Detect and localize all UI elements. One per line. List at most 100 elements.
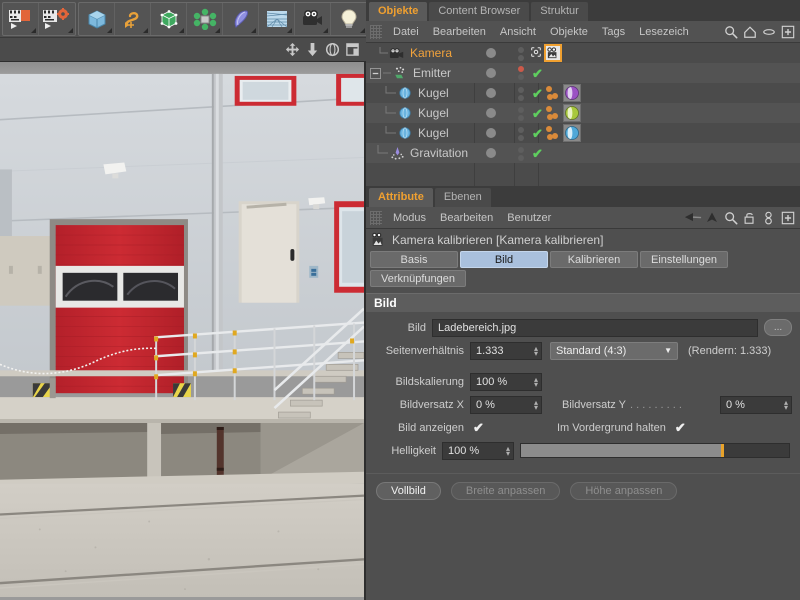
spin-arrows-icon[interactable]: ▴ ▾ <box>534 398 538 411</box>
spin-arrows-icon[interactable]: ▴ ▾ <box>534 375 538 388</box>
menu-datei[interactable]: Datei <box>386 21 426 43</box>
slider-knob[interactable] <box>721 444 724 457</box>
browse-button[interactable]: ... <box>764 319 792 336</box>
attribute-title-row: Kamera kalibrieren [Kamera kalibrieren] <box>366 229 800 251</box>
image-scale-input[interactable]: 100 % ▴ ▾ <box>470 372 542 391</box>
object-tree[interactable]: Kamera Emitter ✔ Kugel ✔ Kugel ✔ Kugel ✔… <box>366 43 800 186</box>
image-offset-y-value: 0 % <box>726 398 745 411</box>
menu-tags[interactable]: Tags <box>595 21 632 43</box>
tab-verknuepfungen[interactable]: Verknüpfungen <box>370 270 467 287</box>
material-tag[interactable] <box>563 124 581 142</box>
tab-kalibrieren[interactable]: Kalibrieren <box>550 251 638 268</box>
tab-attribute[interactable]: Attribute <box>369 188 433 207</box>
dolly-icon[interactable] <box>302 40 322 60</box>
spin-arrows-icon[interactable]: ▴ ▾ <box>534 344 538 357</box>
camera-button[interactable] <box>295 2 331 35</box>
brightness-input[interactable]: 100 % ▴ ▾ <box>442 441 514 460</box>
eye-icon[interactable] <box>759 22 778 41</box>
render-view-button[interactable] <box>3 2 39 35</box>
search-icon[interactable] <box>721 208 740 227</box>
menu-ansicht[interactable]: Ansicht <box>493 21 543 43</box>
spin-arrows-icon[interactable]: ▴ ▾ <box>784 398 788 411</box>
breite-anpassen-button[interactable]: Breite anpassen <box>450 482 561 500</box>
search-icon[interactable] <box>721 22 740 41</box>
tab-struktur[interactable]: Struktur <box>531 2 588 21</box>
menu-benutzer[interactable]: Benutzer <box>500 207 558 229</box>
menu-modus[interactable]: Modus <box>386 207 433 229</box>
dynamics-tag[interactable] <box>546 105 560 121</box>
label-bild: Bild <box>407 321 426 334</box>
aspect-ratio-input[interactable]: 1.333 ▴ ▾ <box>470 341 542 360</box>
image-path-input[interactable]: Ladebereich.jpg <box>432 318 758 337</box>
tab-ebenen[interactable]: Ebenen <box>434 188 491 207</box>
object-row-emitter[interactable]: Emitter ✔ <box>366 63 800 83</box>
image-offset-x-input[interactable]: 0 % ▴ ▾ <box>470 395 542 414</box>
enable-check-icon[interactable]: ✔ <box>532 147 543 160</box>
tab-bild[interactable]: Bild <box>460 251 548 268</box>
object-row-kugel-1[interactable]: Kugel ✔ <box>366 83 800 103</box>
back-arrow-icon[interactable] <box>683 208 702 227</box>
enable-check-icon[interactable]: ✔ <box>532 127 543 140</box>
spin-arrows-icon[interactable]: ▴ ▾ <box>506 444 510 457</box>
tree-connector <box>379 47 388 54</box>
material-tag[interactable] <box>563 84 581 102</box>
camera-target-icon[interactable] <box>530 46 542 61</box>
enable-check-icon[interactable]: ✔ <box>532 67 543 80</box>
keep-foreground-checkbox[interactable]: ✔ <box>674 420 687 435</box>
camera-object-icon <box>388 45 406 61</box>
render-settings-button[interactable] <box>39 3 75 35</box>
menu-objekte[interactable]: Objekte <box>543 21 595 43</box>
object-row-kugel-3[interactable]: Kugel ✔ <box>366 123 800 143</box>
tab-einstellungen[interactable]: Einstellungen <box>640 251 729 268</box>
forward-arrow-icon[interactable] <box>702 208 721 227</box>
menu-bearbeiten[interactable]: Bearbeiten <box>433 207 500 229</box>
tab-objekte[interactable]: Objekte <box>369 2 428 21</box>
drag-grip[interactable] <box>370 24 382 39</box>
tab-basis[interactable]: Basis <box>370 251 458 268</box>
show-image-checkbox[interactable]: ✔ <box>472 420 485 435</box>
environment-button[interactable] <box>259 2 295 35</box>
cube-primitive-button[interactable] <box>79 2 115 35</box>
menu-lesezeichen[interactable]: Lesezeich <box>632 21 696 43</box>
brightness-slider[interactable] <box>520 443 790 458</box>
property-area: Bild Ladebereich.jpg ... Seitenverhältni… <box>366 312 800 469</box>
vollbild-button[interactable]: Vollbild <box>376 482 441 500</box>
object-row-kugel-2[interactable]: Kugel ✔ <box>366 103 800 123</box>
dynamics-tag[interactable] <box>546 125 560 141</box>
spline-button[interactable] <box>115 2 151 35</box>
tree-connector <box>385 86 396 94</box>
drag-grip[interactable] <box>370 210 382 225</box>
object-row-gravitation[interactable]: Gravitation ✔ <box>366 143 800 163</box>
deformer-button[interactable] <box>223 2 259 35</box>
object-toolbar-group <box>78 1 368 36</box>
rotate-icon[interactable] <box>322 40 342 60</box>
object-manager-menubar: Datei Bearbeiten Ansicht Objekte Tags Le… <box>366 21 800 43</box>
dynamics-tag[interactable] <box>546 85 560 101</box>
row-image-scale: Bildskalierung 100 % ▴ ▾ <box>374 371 792 392</box>
object-row-kamera[interactable]: Kamera <box>366 43 800 63</box>
home-icon[interactable] <box>740 22 759 41</box>
maximize-icon[interactable] <box>342 40 362 60</box>
enable-check-icon[interactable]: ✔ <box>532 107 543 120</box>
unlock-icon[interactable] <box>740 208 759 227</box>
plus-box-icon[interactable] <box>778 208 797 227</box>
render-toolbar-group <box>2 1 76 36</box>
move-icon[interactable] <box>282 40 302 60</box>
expand-collapse-toggle[interactable] <box>370 67 381 79</box>
enable-check-icon[interactable]: ✔ <box>532 87 543 100</box>
aspect-preset-dropdown[interactable]: Standard (4:3) ▼ <box>550 341 678 360</box>
material-tag[interactable] <box>563 104 581 122</box>
link-icon[interactable] <box>759 208 778 227</box>
viewport-image-plane[interactable] <box>0 62 366 600</box>
left-pane <box>0 0 368 600</box>
nurbs-button[interactable] <box>151 2 187 35</box>
plus-box-icon[interactable] <box>778 22 797 41</box>
light-button[interactable] <box>331 3 367 35</box>
hoehe-anpassen-button[interactable]: Höhe anpassen <box>570 482 678 500</box>
menu-bearbeiten[interactable]: Bearbeiten <box>426 21 493 43</box>
camera-calibrator-tag[interactable] <box>544 44 562 62</box>
array-button[interactable] <box>187 2 223 35</box>
tab-content-browser[interactable]: Content Browser <box>429 2 530 21</box>
image-offset-y-input[interactable]: 0 % ▴ ▾ <box>720 395 792 414</box>
tree-connector <box>377 145 388 154</box>
